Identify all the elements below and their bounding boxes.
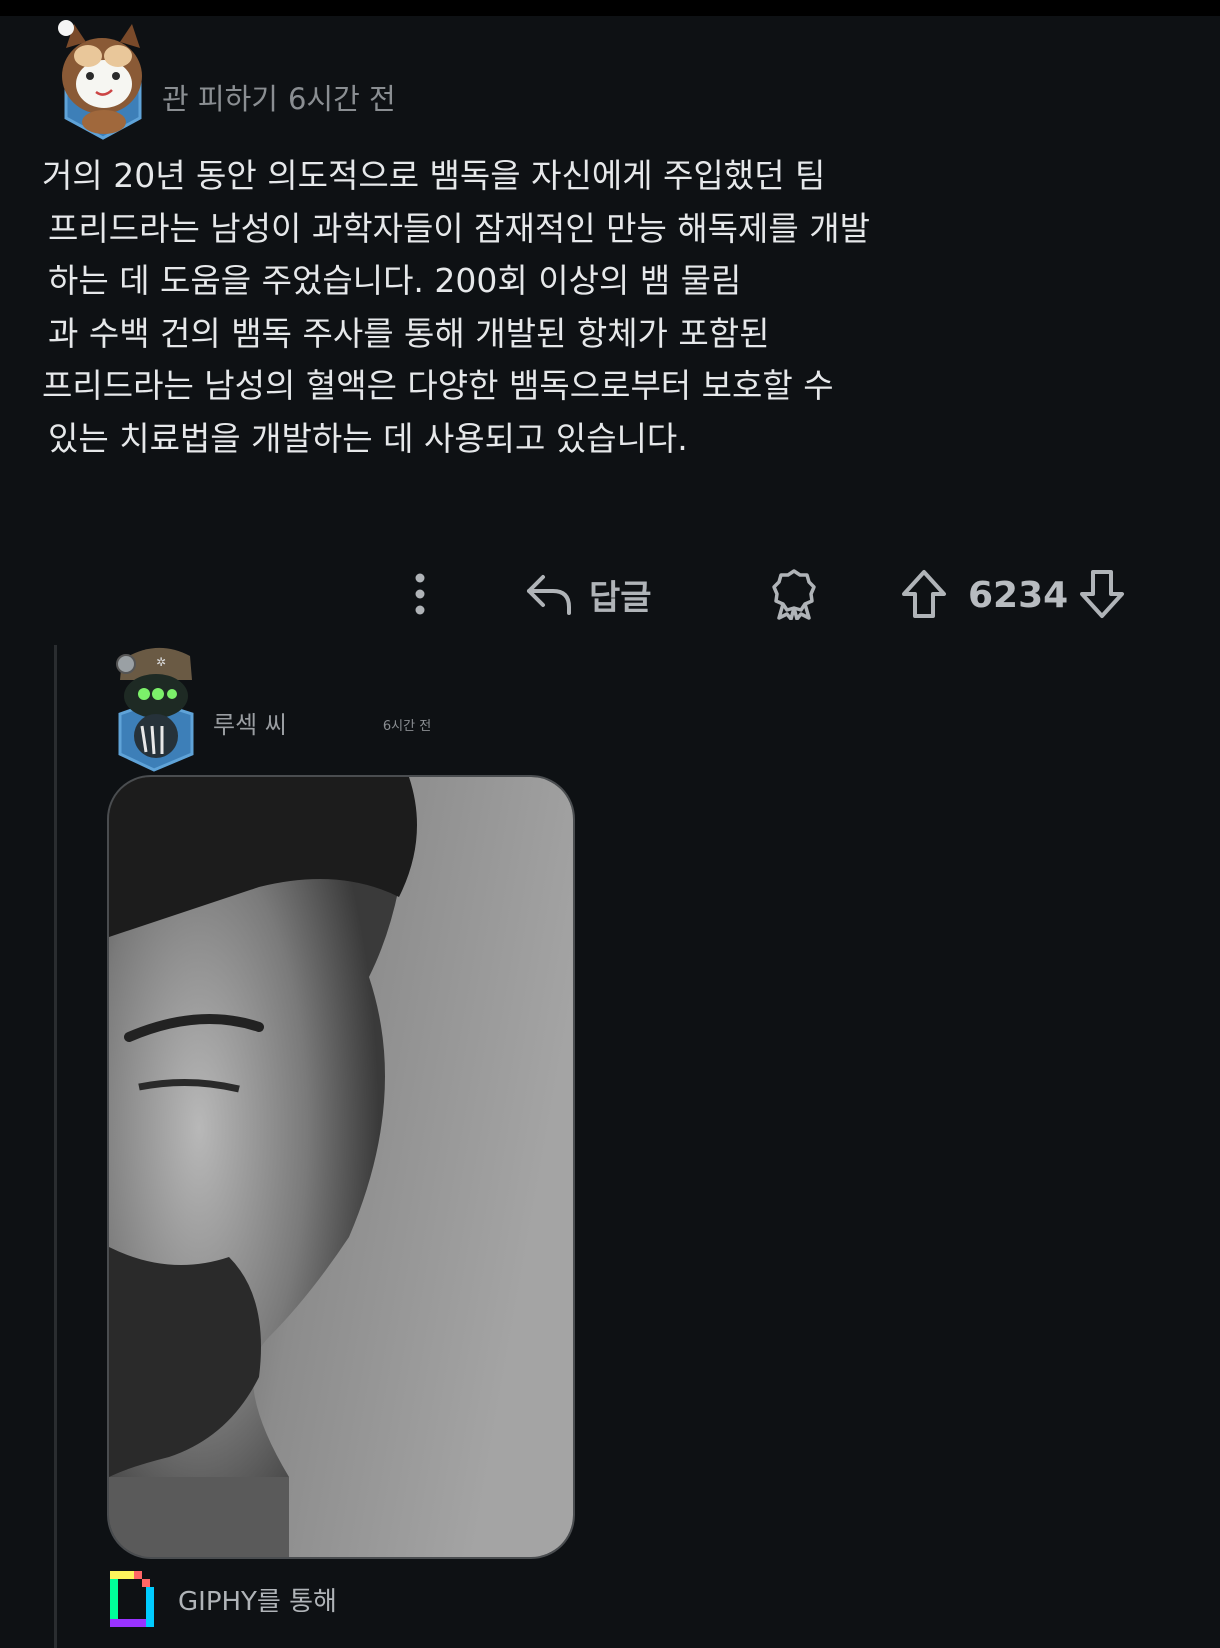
more-vertical-icon (415, 573, 425, 615)
upvote-button[interactable] (898, 566, 950, 622)
reply-comment-meta: 루섹 씨 6시간 전 (213, 705, 431, 740)
reply-user-avatar[interactable]: ✲ (112, 640, 202, 772)
comment-line: 있는 치료법을 개발하는 데 사용되고 있습니다. (48, 418, 688, 458)
parent-comment-meta: 관 피하기 6시간 전 (162, 76, 396, 118)
reply-timestamp: 6시간 전 (382, 719, 432, 734)
comment-line: 하는 데 도움을 주었습니다. 200회 이상의 뱀 물림 (48, 261, 742, 300)
comment-line: 프리드라는 남성이 과학자들이 잠재적인 만능 해독제를 개발 (48, 208, 870, 248)
reply-username[interactable]: 루섹 씨 (213, 711, 287, 739)
comment-line: 거의 20년 동안 의도적으로 뱀독을 자신에게 주입했던 팀 (42, 156, 826, 195)
reply-button[interactable]: 답글 (525, 566, 652, 622)
reply-label: 답글 (589, 577, 652, 618)
downvote-arrow-icon (1080, 570, 1124, 618)
comment-action-bar: 답글 6234 (0, 560, 1220, 630)
parent-comment-body: 거의 20년 동안 의도적으로 뱀독을 자신에게 주입했던 팀 프리드라는 남성… (42, 150, 1002, 465)
svg-text:✲: ✲ (156, 655, 166, 669)
giphy-attribution[interactable]: GIPHY를 통해 (106, 1567, 337, 1631)
parent-user-avatar[interactable] (52, 18, 154, 142)
parent-username[interactable]: 관 피하기 (162, 82, 278, 116)
award-button[interactable] (766, 566, 822, 622)
giphy-logo-icon (110, 1571, 154, 1627)
reply-gif-image[interactable] (107, 775, 575, 1559)
comment-line: 프리드라는 남성의 혈액은 다양한 뱀독으로부터 보호할 수 (42, 366, 834, 405)
upvote-arrow-icon (902, 570, 946, 618)
comment-line: 과 수백 건의 뱀독 주사를 통해 개발된 항체가 포함된 (48, 313, 770, 353)
parent-timestamp: 6시간 전 (287, 82, 396, 116)
vote-score: 6234 (968, 574, 1069, 616)
status-bar (0, 0, 1220, 16)
giphy-label: GIPHY를 통해 (178, 1586, 337, 1617)
thread-collapse-line[interactable] (54, 645, 57, 1648)
downvote-button[interactable] (1076, 566, 1128, 622)
more-options-button[interactable] (408, 570, 432, 618)
reply-arrow-icon (527, 575, 571, 615)
award-icon (772, 569, 816, 620)
